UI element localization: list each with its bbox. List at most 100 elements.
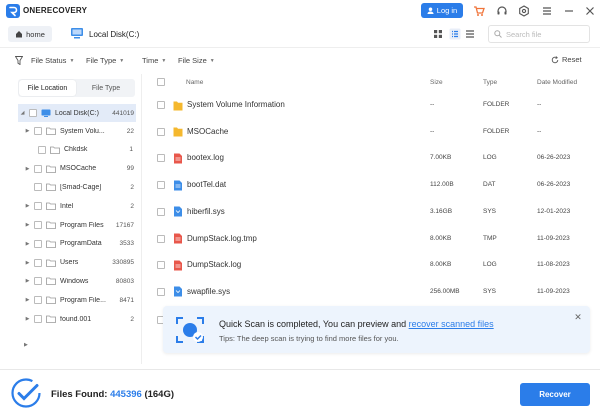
tree-item[interactable]: ▶ Program Files 17167 <box>24 216 136 234</box>
checkbox[interactable] <box>34 183 42 192</box>
row-checkbox[interactable] <box>157 181 165 190</box>
checkbox[interactable] <box>34 239 42 248</box>
chevron-down-icon: ▼ <box>119 57 125 64</box>
file-size: 8.00KB <box>430 261 452 269</box>
expand-arrow-icon[interactable]: ▶ <box>24 203 31 209</box>
tree-count: 1 <box>129 146 133 154</box>
filter-file-status[interactable]: File Status ▼ <box>31 56 74 65</box>
tree-item[interactable]: [Smad-Cage] 2 <box>24 178 136 196</box>
folder-outline-icon <box>46 277 56 286</box>
table-header <box>150 74 595 92</box>
filter-file-size[interactable]: File Size ▼ <box>178 56 215 65</box>
expand-arrow-icon[interactable]: ▶ <box>24 166 31 172</box>
toast-subtitle: Tips: The deep scan is trying to find mo… <box>219 334 399 343</box>
tab-file-location[interactable]: File Location <box>19 80 76 96</box>
home-label: home <box>26 29 45 39</box>
row-checkbox[interactable] <box>157 261 165 270</box>
checkbox[interactable] <box>34 296 42 305</box>
file-icon <box>174 233 182 244</box>
file-name: bootex.log <box>187 153 224 163</box>
tree-item[interactable]: ▶ ProgramData 3533 <box>24 235 136 253</box>
file-date: 06-26-2023 <box>537 181 571 189</box>
column-size[interactable]: Size <box>430 79 443 86</box>
filter-file-type[interactable]: File Type ▼ <box>86 56 124 65</box>
checkbox[interactable] <box>34 202 42 211</box>
menu-icon[interactable] <box>541 5 553 17</box>
tree-item[interactable]: ▶ System Volu... 22 <box>24 122 136 140</box>
file-icon <box>174 180 182 191</box>
column-name[interactable]: Name <box>186 79 203 86</box>
cart-icon[interactable] <box>473 5 485 17</box>
file-type: LOG <box>483 261 497 269</box>
tree-item[interactable]: ▶ MSOCache 99 <box>24 160 136 178</box>
home-button[interactable]: home <box>8 26 52 42</box>
search-input[interactable] <box>506 29 586 39</box>
tree-item-root[interactable]: ◢ Local Disk(C:) 441019 <box>18 104 136 122</box>
expand-arrow-icon[interactable]: ▶ <box>24 278 31 284</box>
checkbox[interactable] <box>34 277 42 286</box>
expand-arrow-icon[interactable]: ◢ <box>19 110 26 116</box>
row-checkbox[interactable] <box>157 207 165 216</box>
tree-item[interactable]: ▶ Program File... 8471 <box>24 291 136 309</box>
toast-close-icon[interactable]: ✕ <box>573 312 583 322</box>
headset-icon[interactable] <box>496 5 508 17</box>
checkbox[interactable] <box>34 258 42 267</box>
search-box[interactable] <box>488 25 590 43</box>
checkbox[interactable] <box>34 315 42 323</box>
recover-button[interactable]: Recover <box>520 383 590 406</box>
row-checkbox[interactable] <box>157 101 165 109</box>
tab-file-type[interactable]: File Type <box>78 80 134 96</box>
folder-outline-icon <box>46 165 56 173</box>
expand-arrow-icon[interactable]: ▶ <box>24 222 31 228</box>
drive-icon <box>41 109 51 117</box>
scan-icon <box>176 317 204 343</box>
folder-outline-icon <box>46 127 56 135</box>
grid-view-icon[interactable] <box>432 28 444 40</box>
checkbox[interactable] <box>38 145 46 154</box>
tree-count: 441019 <box>112 109 134 117</box>
checkbox[interactable] <box>34 127 42 135</box>
row-checkbox[interactable] <box>157 127 165 136</box>
tree-item[interactable]: ▶ Intel 2 <box>24 197 136 215</box>
file-date: -- <box>537 101 542 108</box>
tree-item[interactable]: Chkdsk 1 <box>28 141 135 159</box>
row-checkbox[interactable] <box>157 154 165 163</box>
minimize-icon[interactable] <box>563 5 575 17</box>
folder-outline-icon <box>50 146 60 154</box>
breadcrumb-drive[interactable]: Local Disk(C:) <box>89 30 139 39</box>
tree-item[interactable]: ▶ found.001 2 <box>24 310 136 328</box>
tree-item[interactable]: ▶ Users 330895 <box>24 254 136 272</box>
folder-icon <box>173 127 183 137</box>
select-all-checkbox[interactable] <box>157 78 165 86</box>
toast-title: Quick Scan is completed, You can preview… <box>219 319 494 329</box>
tree-label: Program Files <box>60 221 104 229</box>
detail-view-icon[interactable] <box>449 28 461 40</box>
folder-outline-icon <box>46 183 56 192</box>
expand-arrow-icon[interactable]: ▶ <box>24 128 31 134</box>
close-icon[interactable] <box>584 5 596 17</box>
tree-item[interactable]: ▶ Windows 80803 <box>24 272 136 290</box>
tree-label: Users <box>60 259 79 267</box>
filter-icon <box>15 56 23 65</box>
row-checkbox[interactable] <box>157 234 165 243</box>
reset-button[interactable]: Reset <box>551 55 582 64</box>
files-found-label: Files Found: <box>51 389 108 400</box>
expand-arrow-icon[interactable]: ▶ <box>24 342 28 348</box>
expand-arrow-icon[interactable]: ▶ <box>24 297 31 303</box>
checkbox[interactable] <box>34 221 42 229</box>
list-view-icon[interactable] <box>464 28 476 40</box>
gear-icon[interactable] <box>518 5 530 17</box>
expand-arrow-icon[interactable]: ▶ <box>24 316 31 322</box>
chevron-down-icon: ▼ <box>161 57 167 64</box>
row-checkbox[interactable] <box>157 287 165 296</box>
checkbox[interactable] <box>29 109 37 117</box>
file-name: MSOCache <box>187 126 229 136</box>
filter-time[interactable]: Time ▼ <box>142 56 166 65</box>
login-button[interactable]: Log in <box>421 3 463 18</box>
expand-arrow-icon[interactable]: ▶ <box>24 260 31 266</box>
column-type[interactable]: Type <box>483 79 497 86</box>
checkbox[interactable] <box>34 164 42 173</box>
expand-arrow-icon[interactable]: ▶ <box>24 241 31 247</box>
recover-scanned-files-link[interactable]: recover scanned files <box>409 319 494 329</box>
column-date[interactable]: Date Modified <box>537 79 577 86</box>
